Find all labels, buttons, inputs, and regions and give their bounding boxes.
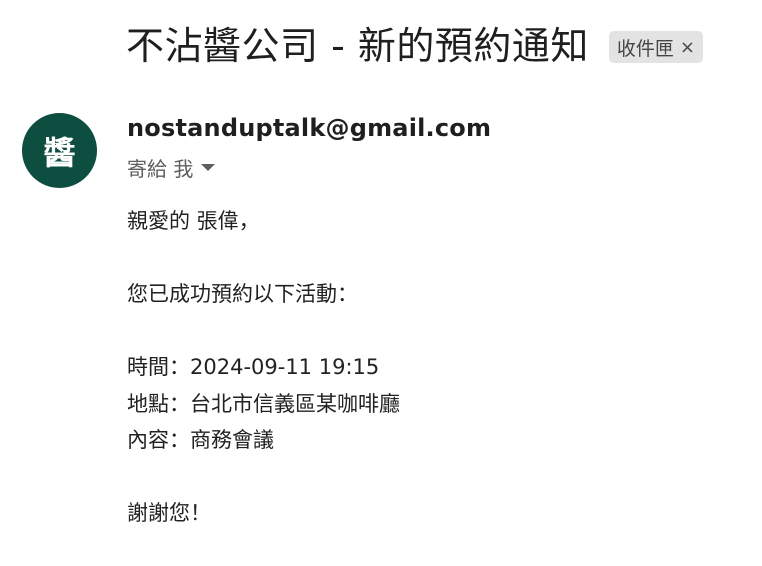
subject-row: 不沾醬公司 - 新的預約通知 收件匣 × <box>126 18 703 74</box>
close-icon[interactable]: × <box>680 37 695 58</box>
body-time: 時間：2024-09-11 19:15 <box>127 355 380 379</box>
body-content: 內容：商務會議 <box>127 428 274 452</box>
inbox-label-text: 收件匣 <box>616 37 674 60</box>
inbox-label-chip[interactable]: 收件匣 × <box>608 31 703 63</box>
email-subject: 不沾醬公司 - 新的預約通知 <box>126 24 589 68</box>
email-body: 親愛的 張偉， 您已成功預約以下活動： 時間：2024-09-11 19:15 … <box>127 203 400 532</box>
body-intro: 您已成功預約以下活動： <box>127 282 358 306</box>
recipient-row: 寄給 我 <box>127 153 216 182</box>
body-closing: 謝謝您！ <box>127 501 211 525</box>
chevron-down-icon[interactable] <box>201 164 216 171</box>
body-location: 地點：台北市信義區某咖啡廳 <box>127 391 400 416</box>
avatar-initial: 醬 <box>43 133 76 172</box>
email-view: 不沾醬公司 - 新的預約通知 收件匣 × 醬 nostanduptalk@gma… <box>0 0 762 566</box>
sender-email[interactable]: nostanduptalk@gmail.com <box>127 114 491 142</box>
recipient-text: 寄給 我 <box>127 157 194 181</box>
body-greeting: 親愛的 張偉， <box>127 209 260 233</box>
avatar[interactable]: 醬 <box>22 113 97 188</box>
